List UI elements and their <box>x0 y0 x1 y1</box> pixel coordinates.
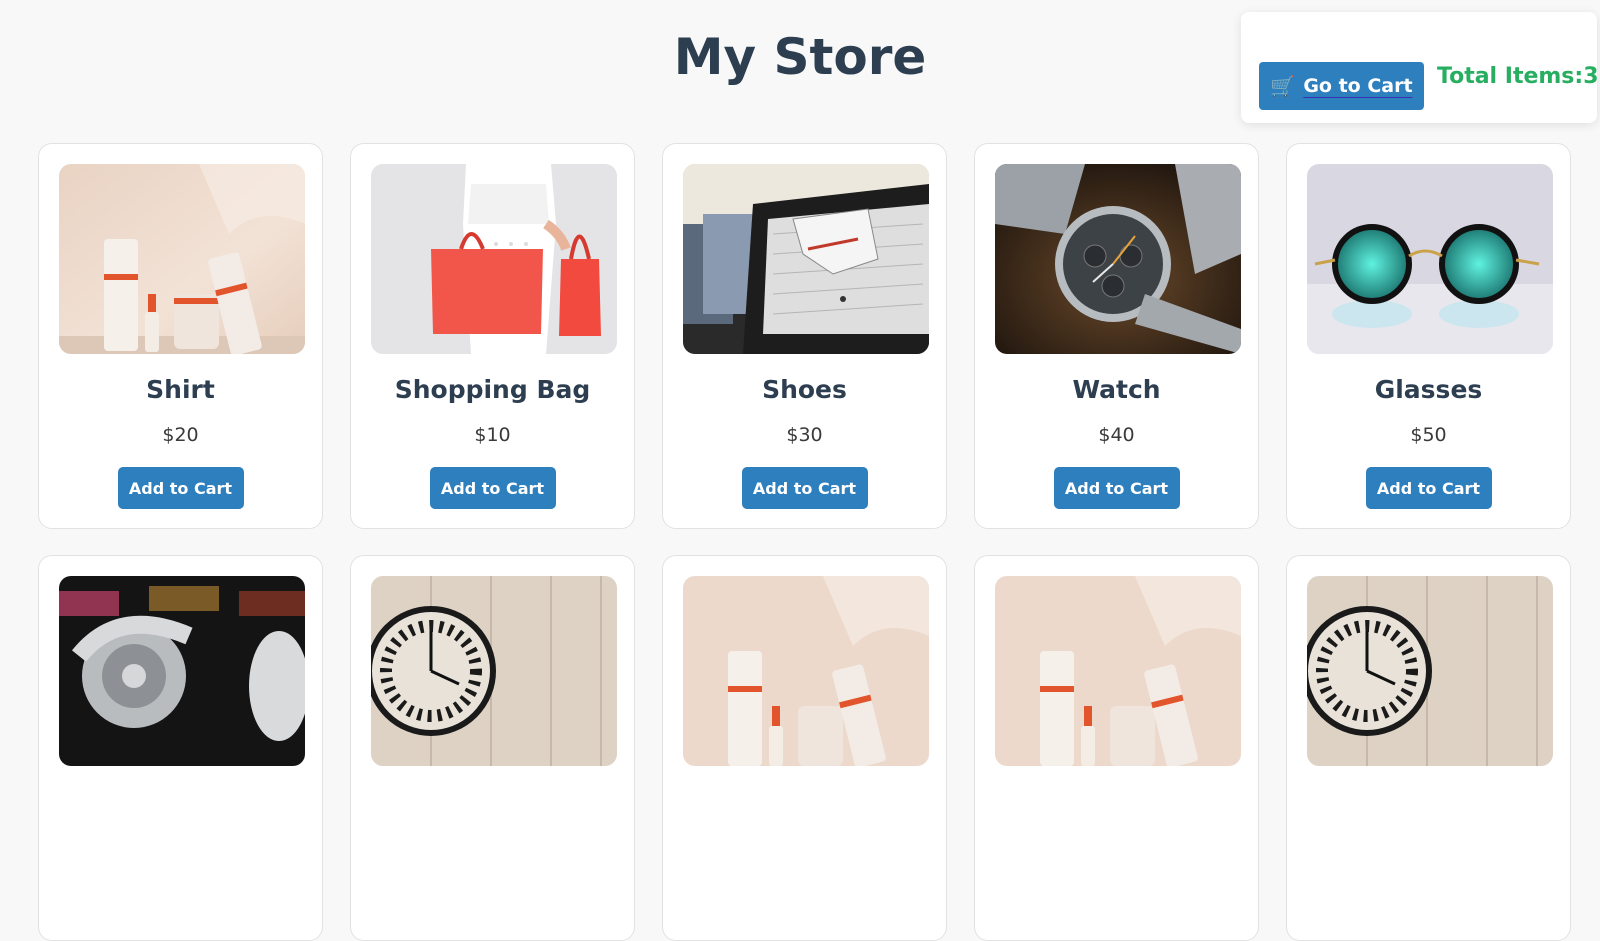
product-name: Glasses <box>1374 375 1483 404</box>
add-to-cart-button[interactable]: Add to Cart <box>429 467 556 509</box>
product-image-watch <box>995 164 1241 354</box>
product-price: $50 <box>1410 424 1447 446</box>
product-card <box>974 555 1259 941</box>
product-card: Shirt $20 Add to Cart <box>38 143 323 529</box>
product-name: Shopping Bag <box>394 375 591 404</box>
product-card <box>38 555 323 941</box>
total-items: Total Items:3 <box>1437 64 1599 89</box>
go-to-cart-button[interactable]: 🛒 Go to Cart <box>1259 62 1424 110</box>
product-card: Shoes $30 Add to Cart <box>662 143 947 529</box>
product-image-sunglasses <box>1307 164 1553 354</box>
product-image-cosmetics <box>995 576 1241 766</box>
product-price: $10 <box>474 424 511 446</box>
product-image-shopping-bag <box>371 164 617 354</box>
product-price: $30 <box>786 424 823 446</box>
go-to-cart-label: Go to Cart <box>1303 75 1413 97</box>
product-grid: Shirt $20 Add to Cart Shopping Bag $10 A… <box>38 143 1571 941</box>
product-card: Glasses $50 Add to Cart <box>1286 143 1571 529</box>
add-to-cart-button[interactable]: Add to Cart <box>117 467 244 509</box>
product-image-wall-clock <box>371 576 617 766</box>
product-image-shirt <box>683 164 929 354</box>
product-price: $40 <box>1098 424 1135 446</box>
cart-icon: 🛒 <box>1270 74 1296 98</box>
product-name: Shoes <box>762 375 847 404</box>
product-name: Watch <box>1072 375 1161 404</box>
add-to-cart-button[interactable]: Add to Cart <box>741 467 868 509</box>
cart-panel: 🛒 Go to Cart Total Items:3 <box>1241 12 1599 123</box>
add-to-cart-button[interactable]: Add to Cart <box>1365 467 1492 509</box>
product-image-headphones <box>59 576 305 766</box>
product-card <box>662 555 947 941</box>
product-card: Shopping Bag $10 Add to Cart <box>350 143 635 529</box>
product-image-cosmetics <box>59 164 305 354</box>
product-price: $20 <box>162 424 199 446</box>
product-name: Shirt <box>146 375 215 404</box>
add-to-cart-button[interactable]: Add to Cart <box>1053 467 1180 509</box>
product-card: Watch $40 Add to Cart <box>974 143 1259 529</box>
product-image-wall-clock <box>1307 576 1553 766</box>
product-image-cosmetics <box>683 576 929 766</box>
product-card <box>350 555 635 941</box>
product-card <box>1286 555 1571 941</box>
